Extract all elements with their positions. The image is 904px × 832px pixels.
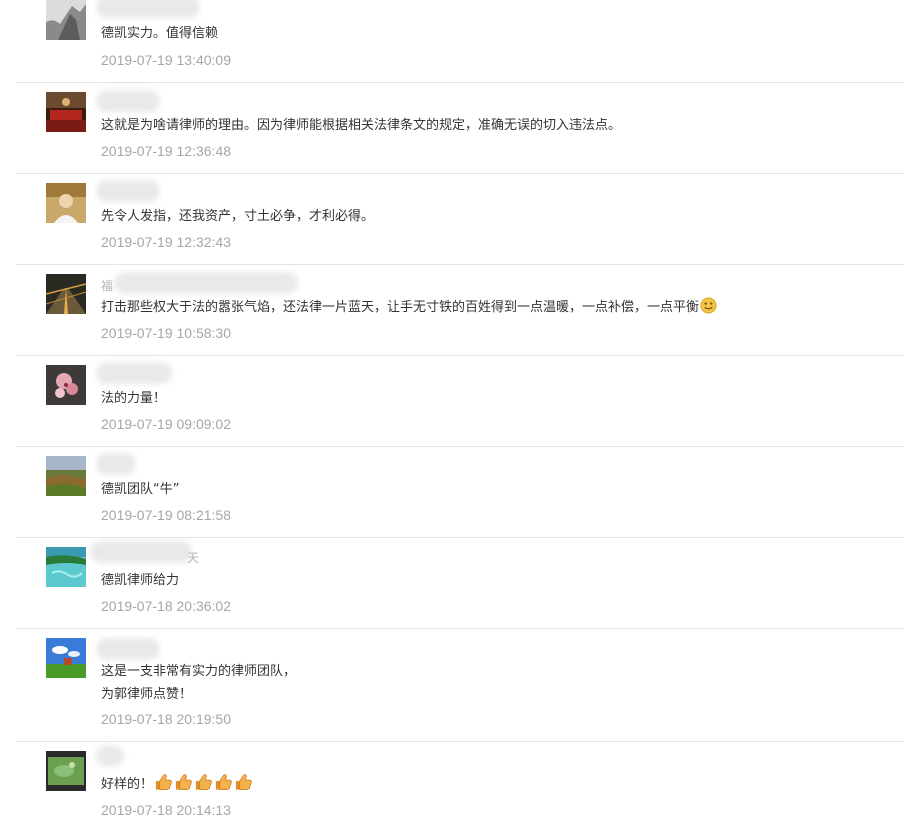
thumbs-up-emoji-icon xyxy=(174,773,193,791)
avatar[interactable] xyxy=(46,456,86,496)
comment-text: 德凯团队“牛” xyxy=(101,482,180,497)
username-blurred xyxy=(96,0,200,18)
divider xyxy=(16,173,904,174)
comment-time: 2019-07-19 08:21:58 xyxy=(101,507,231,523)
divider xyxy=(16,264,904,265)
comment-text: 打击那些权大于法的嚣张气焰，还法律一片蓝天，让手无寸铁的百姓得到一点温暖，一点补… xyxy=(101,296,717,319)
username-fragment: 福 xyxy=(101,279,114,293)
thumbs-up-emoji-group xyxy=(153,774,253,792)
comment-text: 德凯律师给力 xyxy=(101,573,180,588)
username-blurred xyxy=(96,638,160,660)
comment-text-content: 打击那些权大于法的嚣张气焰，还法律一片蓝天，让手无寸铁的百姓得到一点温暖，一点补… xyxy=(101,300,700,315)
comment-time: 2019-07-19 10:58:30 xyxy=(101,325,231,341)
comment-text-line: 这是一支非常有实力的律师团队， xyxy=(101,664,297,679)
avatar[interactable] xyxy=(46,274,86,314)
divider xyxy=(16,355,904,356)
divider xyxy=(16,628,904,629)
comment-text-content: 好样的！ xyxy=(101,777,154,792)
username-blurred xyxy=(96,362,172,384)
comment-time: 2019-07-18 20:36:02 xyxy=(101,598,231,614)
divider xyxy=(16,537,904,538)
comment-time: 2019-07-18 20:19:50 xyxy=(101,711,231,727)
username-blurred xyxy=(114,272,298,294)
comment-time: 2019-07-18 20:14:13 xyxy=(101,802,231,818)
comment-time: 2019-07-19 13:40:09 xyxy=(101,52,231,68)
thumbs-up-emoji-icon xyxy=(234,773,253,791)
comment-time: 2019-07-19 12:32:43 xyxy=(101,234,231,250)
avatar[interactable] xyxy=(46,365,86,405)
thumbs-up-emoji-icon xyxy=(154,773,173,791)
comment-text-line: 为郭律师点赞！ xyxy=(101,687,193,702)
username-fragment: 天 xyxy=(187,551,200,565)
thumbs-up-emoji-icon xyxy=(194,773,213,791)
comment-text: 法的力量！ xyxy=(101,391,167,406)
comment-text: 这就是为啥请律师的理由。因为律师能根据相关法律条文的规定，准确无误的切入违法点。 xyxy=(101,118,622,133)
username-blurred xyxy=(96,745,124,767)
divider xyxy=(16,446,904,447)
divider xyxy=(16,741,904,742)
comment-time: 2019-07-19 09:09:02 xyxy=(101,416,231,432)
avatar[interactable] xyxy=(46,638,86,678)
avatar[interactable] xyxy=(46,0,86,40)
username-blurred xyxy=(96,453,136,475)
avatar[interactable] xyxy=(46,751,86,791)
username-blurred xyxy=(90,541,192,563)
username-blurred xyxy=(96,180,160,202)
thumbs-up-emoji-icon xyxy=(214,773,233,791)
comment-text: 德凯实力。值得信赖 xyxy=(101,26,219,41)
comment-text: 好样的！ xyxy=(101,773,253,796)
username-blurred xyxy=(96,90,160,112)
comment-text: 这是一支非常有实力的律师团队， 为郭律师点赞！ xyxy=(101,660,296,706)
smile-emoji-icon xyxy=(700,297,717,314)
comment-time: 2019-07-19 12:36:48 xyxy=(101,143,231,159)
avatar[interactable] xyxy=(46,547,86,587)
comment-text: 先令人发指，还我资产，寸土必争，才利必得。 xyxy=(101,209,375,224)
avatar[interactable] xyxy=(46,92,86,132)
divider xyxy=(16,82,904,83)
avatar[interactable] xyxy=(46,183,86,223)
